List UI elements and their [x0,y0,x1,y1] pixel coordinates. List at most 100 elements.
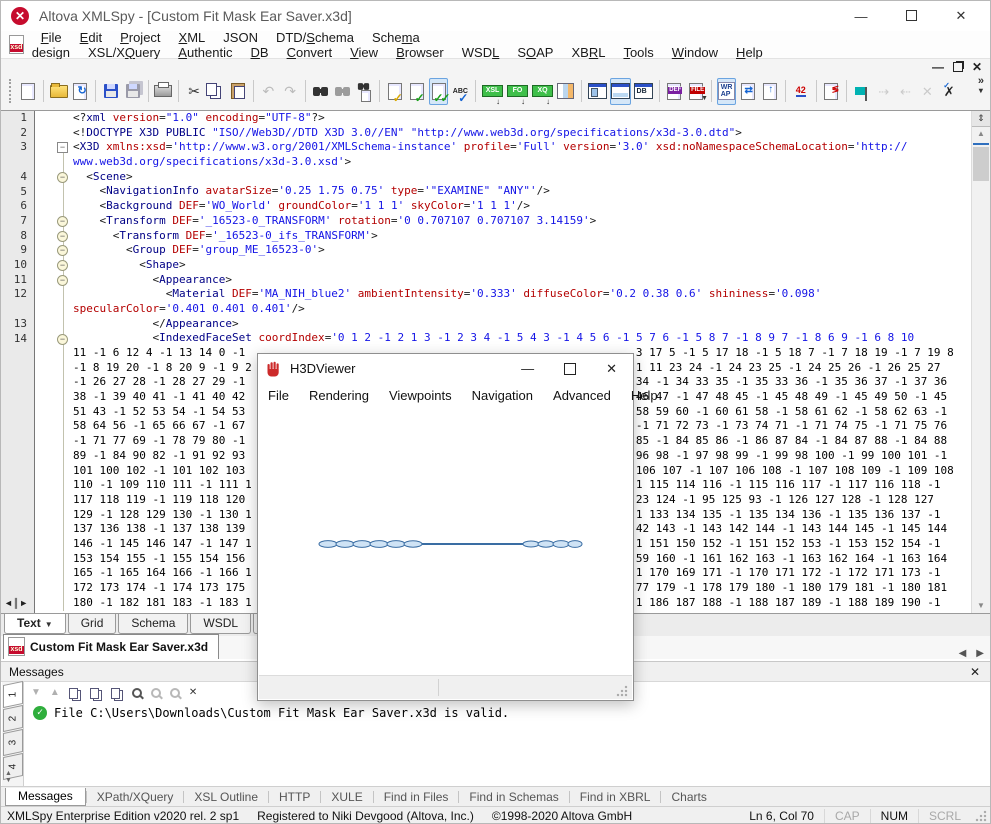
find-in-files-button[interactable] [354,78,374,105]
toolbar-grip[interactable] [9,79,11,103]
maximize-button[interactable] [904,9,918,24]
panel-tab-find-in-files[interactable]: Find in Files [374,789,459,805]
copy-message-children-button[interactable] [90,688,102,699]
reload-file-button[interactable]: ↻ [71,78,91,105]
fold-toggle-icon[interactable]: − [57,142,68,153]
assign-dtd-button[interactable]: DEF [664,78,684,105]
fold-toggle-icon[interactable]: − [57,216,68,227]
goto-line-button[interactable]: 42 [791,78,811,105]
viewer-maximize-button[interactable] [564,363,576,375]
viewer-menu-help[interactable]: Help [621,385,668,406]
viewer-menu-rendering[interactable]: Rendering [299,385,379,406]
schema-view-button[interactable] [587,78,608,105]
scroll-down-arrow[interactable]: ▼ [972,599,990,613]
panel-tab-xpath-xquery[interactable]: XPath/XQuery [87,789,184,805]
panel-tab-find-in-schemas[interactable]: Find in Schemas [459,789,568,805]
mode-tab-schema[interactable]: Schema [118,614,188,634]
viewer-menu-viewpoints[interactable]: Viewpoints [379,385,462,406]
new-file-button[interactable] [18,78,38,105]
viewer-minimize-button[interactable]: — [521,361,534,376]
text-view-button[interactable] [610,78,631,105]
compare-button[interactable]: ≶ [821,78,841,105]
mdi-close-button[interactable]: ✕ [972,60,982,74]
horizontal-split-handle[interactable]: ◄║► [4,597,22,609]
print-button[interactable] [153,78,173,105]
viewer-menu-advanced[interactable]: Advanced [543,385,621,406]
vertical-scrollbar[interactable]: ⇕ ▲ ▼ [971,111,990,613]
bookmark-button[interactable] [852,78,872,105]
fold-toggle-icon[interactable]: − [57,275,68,286]
message-tab-2[interactable]: 2 [3,705,23,732]
fold-toggle-icon[interactable]: − [57,260,68,271]
mode-tab-wsdl[interactable]: WSDL [190,614,251,634]
panel-tab-xsl-outline[interactable]: XSL Outline [184,789,268,805]
h3dviewer-title-bar[interactable]: H3DViewer — ✕ [258,354,633,383]
redo-button[interactable]: ↷ [280,78,300,105]
toggle-bookmarks-button[interactable]: ✗✓ [939,78,959,105]
message-tab-1[interactable]: 1 [3,681,23,708]
viewport-3d[interactable] [259,409,632,676]
xquery-button[interactable]: XQ↓ [531,78,554,105]
db-view-button[interactable] [633,78,654,105]
close-button[interactable]: ✕ [954,8,968,24]
messages-close-icon[interactable]: ✕ [970,665,990,679]
fold-toggle-icon[interactable]: − [57,231,68,242]
save-button[interactable] [101,78,121,105]
delete-bookmark-button[interactable]: ✕ [917,78,937,105]
fold-toggle-icon[interactable]: − [57,334,68,345]
panel-tab-http[interactable]: HTTP [269,789,320,805]
viewer-resize-grip[interactable] [616,685,628,697]
mdi-restore-button[interactable] [953,62,963,72]
xsl-fo-button[interactable]: FO↓ [506,78,529,105]
indent-button[interactable]: ↑ [760,78,780,105]
resize-grip[interactable] [975,810,987,822]
scroll-up-arrow[interactable]: ▲ [972,127,990,141]
copy-all-messages-button[interactable] [111,688,123,699]
split-editor-handle[interactable]: ⇕ [972,111,990,127]
clear-messages-button[interactable]: ✕ [189,688,197,698]
validate-button[interactable]: ✓ [407,78,427,105]
copy-message-button[interactable] [69,688,81,699]
cut-button[interactable]: ✂ [184,78,204,105]
find-next-button[interactable] [333,78,353,105]
xsl-transform-button[interactable]: XSL↓ [481,78,504,105]
find-previous-button[interactable] [151,688,161,698]
find-next-button[interactable] [170,688,180,698]
fold-toggle-icon[interactable]: − [57,245,68,256]
assign-schema-button[interactable]: FILE▼ [686,78,706,105]
spelling-button[interactable]: ABC✓ [450,78,470,105]
next-message-button[interactable]: ▼ [31,688,41,698]
viewer-menu-file[interactable]: File [258,385,299,406]
toolbar-overflow-button[interactable]: »▾ [978,77,984,95]
save-all-button[interactable] [123,78,143,105]
mode-tab-text[interactable]: Text▼ [4,614,66,634]
message-tab-scroll[interactable]: ▲▼ [5,770,12,784]
next-bookmark-button[interactable]: ⇢ [874,78,894,105]
word-wrap-button[interactable]: WRAP [717,78,737,105]
mode-tab-grid[interactable]: Grid [68,614,117,634]
copy-button[interactable] [206,78,226,105]
panel-tab-xule[interactable]: XULE [321,789,372,805]
scrollbar-thumb[interactable] [973,147,989,181]
viewer-close-button[interactable]: ✕ [606,361,617,377]
paste-button[interactable] [228,78,248,105]
find-button[interactable] [311,78,331,105]
minimize-button[interactable]: — [854,9,868,24]
find-in-messages-button[interactable] [132,688,142,698]
fold-toggle-icon[interactable]: − [57,172,68,183]
undo-button[interactable]: ↶ [258,78,278,105]
tab-scroll-right[interactable]: ▶ [976,648,984,659]
file-tab[interactable]: Custom Fit Mask Ear Saver.x3d [3,634,219,659]
tab-scroll-left[interactable]: ◀ [959,648,967,659]
viewer-menu-navigation[interactable]: Navigation [462,385,543,406]
validate-edit-button[interactable]: ✓✓ [429,78,449,105]
mdi-minimize-button[interactable]: — [932,60,944,74]
panel-tab-find-in-xbrl[interactable]: Find in XBRL [570,789,661,805]
open-file-button[interactable] [49,78,69,105]
panel-tab-charts[interactable]: Charts [661,789,716,805]
prev-message-button[interactable]: ▲ [50,688,60,698]
prev-bookmark-button[interactable]: ⇠ [896,78,916,105]
grid-view-button[interactable] [556,78,576,105]
message-tab-3[interactable]: 3 [3,729,23,756]
panel-tab-messages[interactable]: Messages [5,788,86,806]
